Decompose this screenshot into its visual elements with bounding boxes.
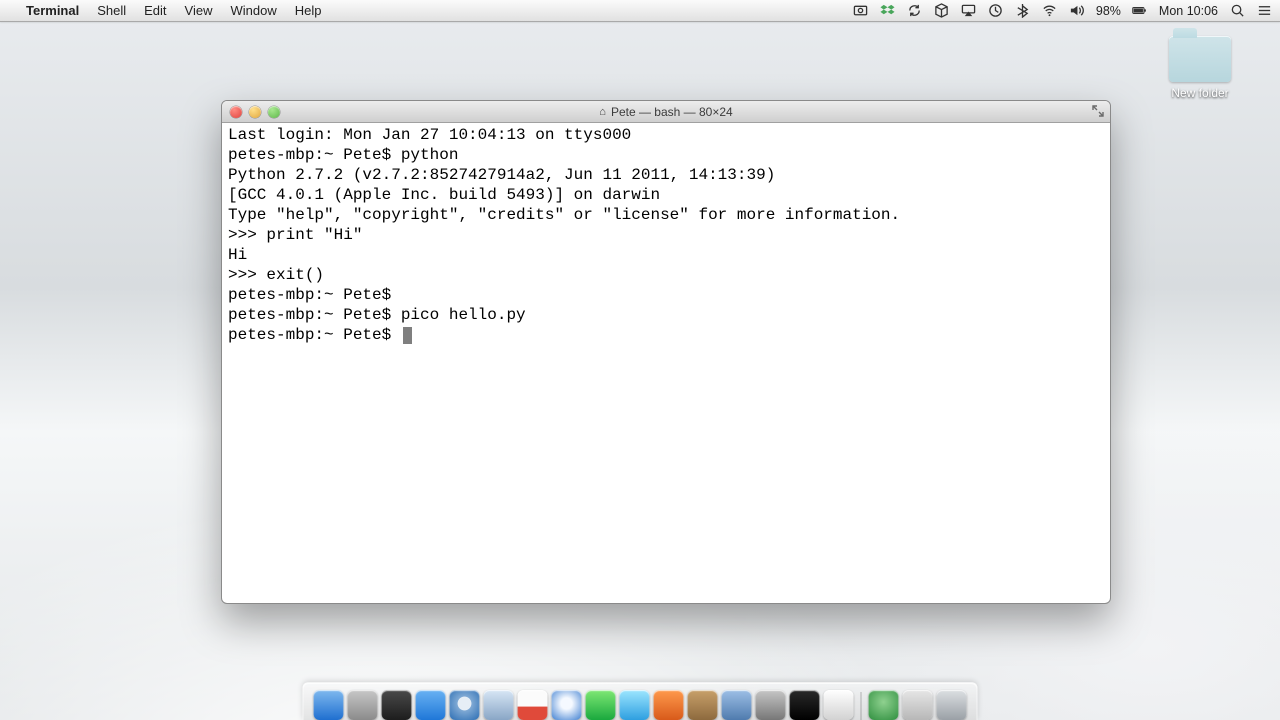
time-machine-icon[interactable] xyxy=(988,3,1004,19)
clock[interactable]: Mon 10:06 xyxy=(1159,4,1218,18)
dock-facetime[interactable] xyxy=(586,690,616,720)
dock-preview[interactable] xyxy=(722,690,752,720)
volume-icon[interactable] xyxy=(1069,3,1085,19)
terminal-cursor xyxy=(403,327,412,344)
dropbox-icon[interactable] xyxy=(880,3,896,19)
dock[interactable] xyxy=(303,682,978,720)
menu-edit[interactable]: Edit xyxy=(144,3,166,18)
terminal-line: >>> exit() xyxy=(228,265,1104,285)
fullscreen-button[interactable] xyxy=(1092,105,1104,117)
dock-documents[interactable] xyxy=(903,690,933,720)
cube-icon[interactable] xyxy=(934,3,950,19)
dock-downloads[interactable] xyxy=(869,690,899,720)
close-button[interactable] xyxy=(230,106,242,118)
minimize-button[interactable] xyxy=(249,106,261,118)
dock-system-preferences[interactable] xyxy=(756,690,786,720)
dock-separator xyxy=(861,692,862,720)
dock-ichat[interactable] xyxy=(620,690,650,720)
menu-bar-left: Terminal Shell Edit View Window Help xyxy=(8,3,322,18)
window-titlebar[interactable]: ⌂ Pete — bash — 80×24 xyxy=(222,101,1110,123)
dock-finder[interactable] xyxy=(314,690,344,720)
dock-terminal[interactable] xyxy=(790,690,820,720)
app-menu[interactable]: Terminal xyxy=(26,3,79,18)
terminal-window[interactable]: ⌂ Pete — bash — 80×24 Last login: Mon Ja… xyxy=(221,100,1111,604)
airplay-icon[interactable] xyxy=(961,3,977,19)
battery-icon[interactable] xyxy=(1132,3,1148,19)
terminal-line: [GCC 4.0.1 (Apple Inc. build 5493)] on d… xyxy=(228,185,1104,205)
folder-icon xyxy=(1169,36,1231,82)
menu-help[interactable]: Help xyxy=(295,3,322,18)
window-title-text: Pete — bash — 80×24 xyxy=(611,105,733,119)
terminal-line: petes-mbp:~ Pete$ xyxy=(228,285,1104,305)
home-icon: ⌂ xyxy=(599,106,606,118)
terminal-line: Python 2.7.2 (v2.7.2:8527427914a2, Jun 1… xyxy=(228,165,1104,185)
dock-photo-booth[interactable] xyxy=(654,690,684,720)
terminal-content[interactable]: Last login: Mon Jan 27 10:04:13 on ttys0… xyxy=(222,123,1110,603)
window-title: ⌂ Pete — bash — 80×24 xyxy=(222,105,1110,119)
dock-mission-control[interactable] xyxy=(382,690,412,720)
terminal-line: Hi xyxy=(228,245,1104,265)
menu-window[interactable]: Window xyxy=(231,3,277,18)
dock-launchpad[interactable] xyxy=(348,690,378,720)
terminal-line: Type "help", "copyright", "credits" or "… xyxy=(228,205,1104,225)
spotlight-icon[interactable] xyxy=(1229,3,1245,19)
terminal-line: >>> print "Hi" xyxy=(228,225,1104,245)
dock-itunes[interactable] xyxy=(552,690,582,720)
dock-textedit[interactable] xyxy=(824,690,854,720)
dock-contacts[interactable] xyxy=(688,690,718,720)
desktop-folder[interactable]: New folder xyxy=(1152,36,1248,100)
menu-bar: Terminal Shell Edit View Window Help 98%… xyxy=(0,0,1280,22)
notification-center-icon[interactable] xyxy=(1256,3,1272,19)
terminal-line: Last login: Mon Jan 27 10:04:13 on ttys0… xyxy=(228,125,1104,145)
folder-label: New folder xyxy=(1152,86,1248,100)
sync-icon[interactable] xyxy=(907,3,923,19)
terminal-line: petes-mbp:~ Pete$ python xyxy=(228,145,1104,165)
menu-bar-right: 98% Mon 10:06 xyxy=(853,3,1272,19)
dock-ical[interactable] xyxy=(518,690,548,720)
window-traffic-lights xyxy=(230,106,280,118)
battery-percent[interactable]: 98% xyxy=(1096,4,1121,18)
dock-app-store[interactable] xyxy=(416,690,446,720)
terminal-line: petes-mbp:~ Pete$ pico hello.py xyxy=(228,305,1104,325)
screen-record-icon[interactable] xyxy=(853,3,869,19)
dock-mail[interactable] xyxy=(484,690,514,720)
dock-safari[interactable] xyxy=(450,690,480,720)
zoom-button[interactable] xyxy=(268,106,280,118)
dock-trash[interactable] xyxy=(937,690,967,720)
terminal-line: petes-mbp:~ Pete$ xyxy=(228,325,1104,345)
menu-view[interactable]: View xyxy=(185,3,213,18)
menu-shell[interactable]: Shell xyxy=(97,3,126,18)
bluetooth-icon[interactable] xyxy=(1015,3,1031,19)
wifi-icon[interactable] xyxy=(1042,3,1058,19)
